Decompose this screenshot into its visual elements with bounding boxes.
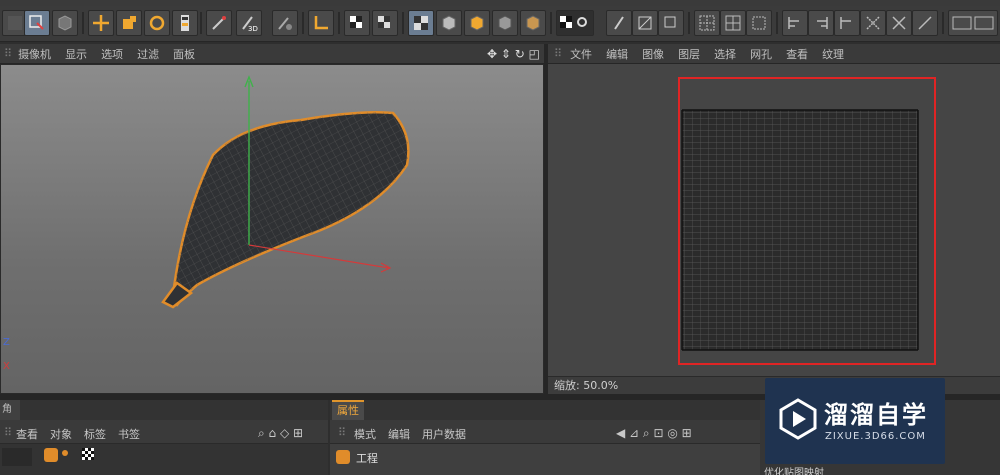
grip-icon: ⠿	[554, 47, 563, 60]
viewport-menu-bar: ⠿ 摄像机 显示 选项 过滤 面板 ✥ ⇕ ↻ ◰	[0, 44, 544, 64]
uv-grid-1-icon[interactable]	[694, 10, 720, 36]
viewport-menu-display[interactable]: 显示	[65, 46, 87, 62]
attributes-menu-bar: ⠿ 模式 编辑 用户数据 ◀ ⊿ ⌕ ⊡ ◎ ⊞	[330, 420, 760, 444]
objects-menu-tags[interactable]: 标签	[84, 426, 106, 442]
uv-mirror-1-icon[interactable]	[860, 10, 886, 36]
uv-menu-layer[interactable]: 图层	[678, 46, 700, 62]
tab-character[interactable]: 角色	[0, 400, 20, 435]
objects-list[interactable]	[0, 444, 328, 475]
optimize-uv-label: 优化贴图映射	[764, 468, 824, 475]
3d-viewport[interactable]: Z X	[0, 64, 544, 394]
object-tag-icon[interactable]	[62, 450, 68, 456]
uv-tool-3-icon[interactable]	[658, 10, 684, 36]
objects-tab-bar	[0, 400, 328, 420]
rotate-icon[interactable]	[144, 10, 170, 36]
viewport-menu-camera[interactable]: 摄像机	[18, 46, 51, 62]
project-icon	[336, 450, 350, 464]
watermark-url: ZIXUE.3D66.COM	[825, 431, 926, 442]
checker-render-icon[interactable]	[344, 10, 370, 36]
uv-grid-3-icon[interactable]	[746, 10, 772, 36]
attributes-menu-edit[interactable]: 编辑	[388, 426, 410, 442]
grip-icon: ⠿	[4, 47, 13, 60]
uv-menu-image[interactable]: 图像	[642, 46, 664, 62]
texture-tag-icon[interactable]	[82, 448, 94, 460]
attributes-tab-bar	[330, 400, 760, 420]
axis-icon[interactable]	[308, 10, 334, 36]
object-icon[interactable]	[44, 448, 58, 462]
uv-editor-view[interactable]	[548, 64, 1000, 376]
viewport-menu-panel[interactable]: 面板	[173, 46, 195, 62]
objects-menu-view[interactable]: 查看	[16, 426, 38, 442]
scale-icon[interactable]	[116, 10, 142, 36]
viewport-nav-icons[interactable]: ✥ ⇕ ↻ ◰	[487, 47, 540, 61]
objects-menu-bar: ⠿ 查看 对象 标签 书签 ⌕ ⌂ ◇ ⊞	[0, 420, 328, 444]
attributes-menu-mode[interactable]: 模式	[354, 426, 376, 442]
viewport-menu-options[interactable]: 选项	[101, 46, 123, 62]
world-axis-z-label: Z	[3, 337, 10, 348]
uv-align-1-icon[interactable]	[782, 10, 808, 36]
attributes-body: 工程	[330, 444, 760, 475]
object-row-header	[2, 448, 32, 466]
brush-icon[interactable]	[206, 10, 232, 36]
texture-mode-icon[interactable]	[408, 10, 434, 36]
uv-menu-select[interactable]: 选择	[714, 46, 736, 62]
cube-edges-icon[interactable]	[464, 10, 490, 36]
uv-grid-2-icon[interactable]	[720, 10, 746, 36]
attributes-nav-icons[interactable]: ◀ ⊿ ⌕ ⊡ ◎ ⊞	[616, 426, 692, 441]
checker-render-alt-icon[interactable]	[372, 10, 398, 36]
cube-gray-icon[interactable]	[52, 10, 78, 36]
uv-menu-texture[interactable]: 纹理	[822, 46, 844, 62]
uv-align-2-icon[interactable]	[808, 10, 834, 36]
cube-uv-icon[interactable]	[520, 10, 546, 36]
attributes-menu-user-data[interactable]: 用户数据	[422, 426, 466, 442]
x-axis-arrow	[248, 244, 390, 269]
uv-checker-settings-icon[interactable]	[556, 10, 594, 36]
uv-tool-1-icon[interactable]	[606, 10, 632, 36]
svg-text:3D: 3D	[248, 25, 258, 33]
viewport-menu-filter[interactable]: 过滤	[137, 46, 159, 62]
render-3d-icon[interactable]: 3D	[236, 10, 262, 36]
grip-icon: ⠿	[338, 426, 347, 439]
world-axis-x-label: X	[3, 361, 10, 372]
uv-menu-edit[interactable]: 编辑	[606, 46, 628, 62]
paint-icon[interactable]	[272, 10, 298, 36]
grip-icon: ⠿	[4, 426, 13, 439]
tab-attributes[interactable]: 属性	[332, 400, 364, 420]
main-toolbar: 3D	[0, 6, 1000, 42]
uv-menu-bar: ⠿ 文件 编辑 图像 图层 选择 网孔 查看 纹理	[548, 44, 1000, 64]
project-label[interactable]: 工程	[356, 450, 378, 466]
watermark-brand: 溜溜自学	[824, 401, 928, 429]
objects-menu-bookmarks[interactable]: 书签	[118, 426, 140, 442]
uv-mirror-3-icon[interactable]	[912, 10, 938, 36]
uv-menu-file[interactable]: 文件	[570, 46, 592, 62]
uv-menu-view[interactable]: 查看	[786, 46, 808, 62]
move-icon[interactable]	[88, 10, 114, 36]
uv-align-3-icon[interactable]	[834, 10, 860, 36]
cube-polygons-icon[interactable]	[492, 10, 518, 36]
viewport-scene	[161, 75, 410, 309]
objects-menu-objects[interactable]: 对象	[50, 426, 72, 442]
layout-icon[interactable]	[948, 10, 998, 36]
uv-mirror-2-icon[interactable]	[886, 10, 912, 36]
uv-tool-2-icon[interactable]	[632, 10, 658, 36]
cube-points-icon[interactable]	[436, 10, 462, 36]
uv-menu-mesh[interactable]: 网孔	[750, 46, 772, 62]
scale-axis-icon[interactable]	[172, 10, 198, 36]
live-selection-icon[interactable]	[24, 10, 50, 36]
objects-search-icon[interactable]: ⌕ ⌂ ◇ ⊞	[258, 426, 303, 441]
